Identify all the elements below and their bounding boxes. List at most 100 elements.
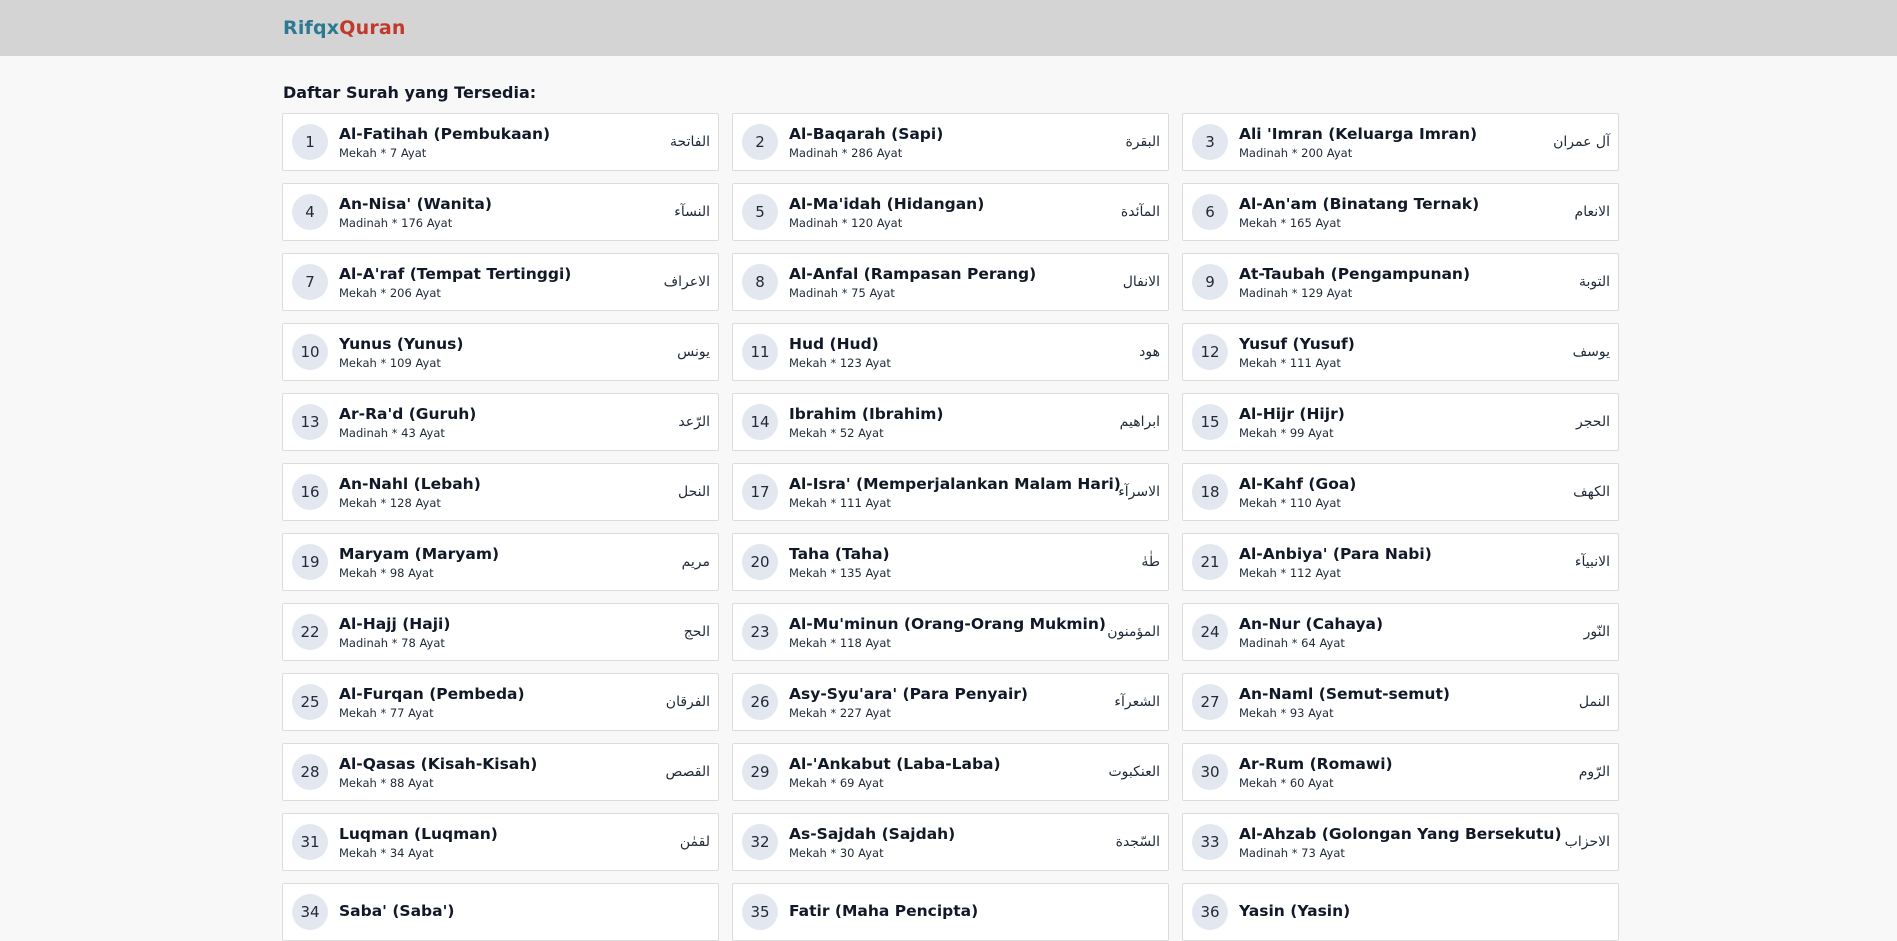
surah-info: An-Nur (Cahaya) Madinah * 64 Ayat (1239, 615, 1578, 650)
surah-number-badge: 7 (292, 264, 328, 300)
surah-info: Al-Furqan (Pembeda) Mekah * 77 Ayat (339, 685, 660, 720)
surah-arabic-name: الانفال (1122, 274, 1160, 290)
surah-card[interactable]: 29 Al-'Ankabut (Laba-Laba) Mekah * 69 Ayat… (732, 743, 1169, 801)
surah-info: Ibrahim (Ibrahim) Mekah * 52 Ayat (789, 405, 1114, 440)
surah-card[interactable]: 5 Al-Ma'idah (Hidangan) Madinah * 120 Ayat… (732, 183, 1169, 241)
page-title: Daftar Surah yang Tersedia: (283, 83, 537, 102)
surah-revelation-info: Mekah * 112 Ayat (1239, 565, 1341, 580)
surah-card[interactable]: 24 An-Nur (Cahaya) Madinah * 64 Ayat النّور (1182, 603, 1619, 661)
surah-number-badge: 23 (742, 614, 778, 650)
surah-card[interactable]: 1 Al-Fatihah (Pembukaan) Mekah * 7 Ayat الف… (282, 113, 719, 171)
surah-info: An-Nahl (Lebah) Mekah * 128 Ayat (339, 475, 672, 510)
surah-info: Al-Hajj (Haji) Madinah * 78 Ayat (339, 615, 678, 650)
surah-number-badge: 9 (1192, 264, 1228, 300)
surah-card[interactable]: 4 An-Nisa' (Wanita) Madinah * 176 Ayat النس… (282, 183, 719, 241)
surah-info: Yusuf (Yusuf) Mekah * 111 Ayat (1239, 335, 1567, 370)
surah-info: Al-Isra' (Memperjalankan Malam Hari) Meka… (789, 475, 1121, 510)
surah-info: Ar-Ra'd (Guruh) Madinah * 43 Ayat (339, 405, 672, 440)
surah-number-badge: 2 (742, 124, 778, 160)
surah-card[interactable]: 2 Al-Baqarah (Sapi) Madinah * 286 Ayat البق… (732, 113, 1169, 171)
surah-card[interactable]: 6 Al-An'am (Binatang Ternak) Mekah * 165 A… (1182, 183, 1619, 241)
surah-card[interactable]: 28 Al-Qasas (Kisah-Kisah) Mekah * 88 Ayat ا… (282, 743, 719, 801)
surah-info: Fatir (Maha Pencipta) (789, 902, 1154, 923)
surah-number-badge: 31 (292, 824, 328, 860)
surah-info: Ar-Rum (Romawi) Mekah * 60 Ayat (1239, 755, 1573, 790)
surah-name: Asy-Syu'ara' (Para Penyair) (789, 684, 1029, 703)
surah-arabic-name: الانبيآء (1574, 554, 1610, 570)
surah-info: Ali 'Imran (Keluarga Imran) Madinah * 200… (1239, 125, 1547, 160)
surah-card[interactable]: 23 Al-Mu'minun (Orang-Orang Mukmin) Mekah … (732, 603, 1169, 661)
surah-arabic-name: القصص (665, 764, 710, 780)
surah-name: As-Sajdah (Sajdah) (789, 824, 956, 843)
surah-info: Al-Hijr (Hijr) Mekah * 99 Ayat (1239, 405, 1570, 440)
surah-card[interactable]: 35 Fatir (Maha Pencipta) (732, 883, 1169, 941)
surah-arabic-name: المآئدة (1120, 204, 1160, 220)
surah-card[interactable]: 33 Al-Ahzab (Golongan Yang Bersekutu) Madi… (1182, 813, 1619, 871)
surah-card[interactable]: 30 Ar-Rum (Romawi) Mekah * 60 Ayat الرّوم (1182, 743, 1619, 801)
surah-number-badge: 28 (292, 754, 328, 790)
surah-card[interactable]: 17 Al-Isra' (Memperjalankan Malam Hari) Me… (732, 463, 1169, 521)
surah-number-badge: 14 (742, 404, 778, 440)
surah-number-badge: 13 (292, 404, 328, 440)
brand-logo[interactable]: RifqxQuran (283, 17, 406, 39)
surah-card[interactable]: 3 Ali 'Imran (Keluarga Imran) Madinah * 20… (1182, 113, 1619, 171)
surah-card[interactable]: 14 Ibrahim (Ibrahim) Mekah * 52 Ayat ابراهي… (732, 393, 1169, 451)
surah-card[interactable]: 8 Al-Anfal (Rampasan Perang) Madinah * 75 … (732, 253, 1169, 311)
surah-card[interactable]: 20 Taha (Taha) Mekah * 135 Ayat طٰهٰ (732, 533, 1169, 591)
surah-revelation-info: Mekah * 111 Ayat (789, 495, 891, 510)
surah-number-badge: 3 (1192, 124, 1228, 160)
surah-card[interactable]: 25 Al-Furqan (Pembeda) Mekah * 77 Ayat الفر… (282, 673, 719, 731)
surah-card[interactable]: 15 Al-Hijr (Hijr) Mekah * 99 Ayat الحجر (1182, 393, 1619, 451)
surah-revelation-info: Madinah * 176 Ayat (339, 215, 453, 230)
surah-info: Maryam (Maryam) Mekah * 98 Ayat (339, 545, 676, 580)
surah-name: Al-Mu'minun (Orang-Orang Mukmin) (789, 614, 1106, 633)
surah-revelation-info: Mekah * 69 Ayat (789, 775, 884, 790)
surah-card[interactable]: 26 Asy-Syu'ara' (Para Penyair) Mekah * 227… (732, 673, 1169, 731)
surah-arabic-name: الفاتحة (670, 134, 710, 150)
surah-info: Al-An'am (Binatang Ternak) Mekah * 165 Ay… (1239, 195, 1569, 230)
surah-revelation-info: Mekah * 165 Ayat (1239, 215, 1341, 230)
surah-info: Al-Anfal (Rampasan Perang) Madinah * 75 A… (789, 265, 1117, 300)
surah-card[interactable]: 34 Saba' (Saba') (282, 883, 719, 941)
surah-card[interactable]: 12 Yusuf (Yusuf) Mekah * 111 Ayat يوسف (1182, 323, 1619, 381)
surah-name: Al-Qasas (Kisah-Kisah) (339, 754, 538, 773)
surah-name: Yusuf (Yusuf) (1239, 334, 1355, 353)
surah-card[interactable]: 16 An-Nahl (Lebah) Mekah * 128 Ayat النحل (282, 463, 719, 521)
surah-name: Al-Anfal (Rampasan Perang) (789, 264, 1037, 283)
surah-name: Al-Kahf (Goa) (1239, 474, 1357, 493)
surah-arabic-name: ابراهيم (1119, 414, 1160, 430)
surah-card[interactable]: 22 Al-Hajj (Haji) Madinah * 78 Ayat الحج (282, 603, 719, 661)
surah-info: Taha (Taha) Mekah * 135 Ayat (789, 545, 1135, 580)
surah-name: Al-Furqan (Pembeda) (339, 684, 525, 703)
surah-revelation-info: Mekah * 206 Ayat (339, 285, 441, 300)
surah-card[interactable]: 32 As-Sajdah (Sajdah) Mekah * 30 Ayat السّج… (732, 813, 1169, 871)
surah-card[interactable]: 19 Maryam (Maryam) Mekah * 98 Ayat مريم (282, 533, 719, 591)
surah-arabic-name: الشعرآء (1114, 694, 1160, 710)
surah-card[interactable]: 31 Luqman (Luqman) Mekah * 34 Ayat لقمٰن (282, 813, 719, 871)
surah-number-badge: 11 (742, 334, 778, 370)
surah-name: Ar-Rum (Romawi) (1239, 754, 1393, 773)
surah-arabic-name: النّور (1583, 624, 1610, 640)
surah-card[interactable]: 21 Al-Anbiya' (Para Nabi) Mekah * 112 Ayat… (1182, 533, 1619, 591)
surah-card[interactable]: 10 Yunus (Yunus) Mekah * 109 Ayat يونس (282, 323, 719, 381)
surah-card[interactable]: 7 Al-A'raf (Tempat Tertinggi) Mekah * 206 … (282, 253, 719, 311)
surah-name: Al-Hijr (Hijr) (1239, 404, 1345, 423)
surah-arabic-name: مريم (681, 554, 710, 570)
surah-name: Al-Ahzab (Golongan Yang Bersekutu) (1239, 824, 1562, 843)
surah-info: Asy-Syu'ara' (Para Penyair) Mekah * 227 A… (789, 685, 1108, 720)
surah-revelation-info: Mekah * 135 Ayat (789, 565, 891, 580)
surah-card[interactable]: 27 An-Naml (Semut-semut) Mekah * 93 Ayat ال… (1182, 673, 1619, 731)
surah-revelation-info: Madinah * 64 Ayat (1239, 635, 1345, 650)
surah-card[interactable]: 13 Ar-Ra'd (Guruh) Madinah * 43 Ayat الرّعد (282, 393, 719, 451)
surah-card[interactable]: 11 Hud (Hud) Mekah * 123 Ayat هود (732, 323, 1169, 381)
surah-name: Al-A'raf (Tempat Tertinggi) (339, 264, 572, 283)
surah-card[interactable]: 36 Yasin (Yasin) (1182, 883, 1619, 941)
surah-card[interactable]: 18 Al-Kahf (Goa) Mekah * 110 Ayat الكهف (1182, 463, 1619, 521)
surah-number-badge: 18 (1192, 474, 1228, 510)
surah-card[interactable]: 9 At-Taubah (Pengampunan) Madinah * 129 Ay… (1182, 253, 1619, 311)
surah-name: Hud (Hud) (789, 334, 879, 353)
surah-info: As-Sajdah (Sajdah) Mekah * 30 Ayat (789, 825, 1110, 860)
surah-info: Al-Ma'idah (Hidangan) Madinah * 120 Ayat (789, 195, 1115, 230)
surah-info: Al-Mu'minun (Orang-Orang Mukmin) Mekah * … (789, 614, 1106, 650)
surah-number-badge: 34 (292, 894, 328, 930)
